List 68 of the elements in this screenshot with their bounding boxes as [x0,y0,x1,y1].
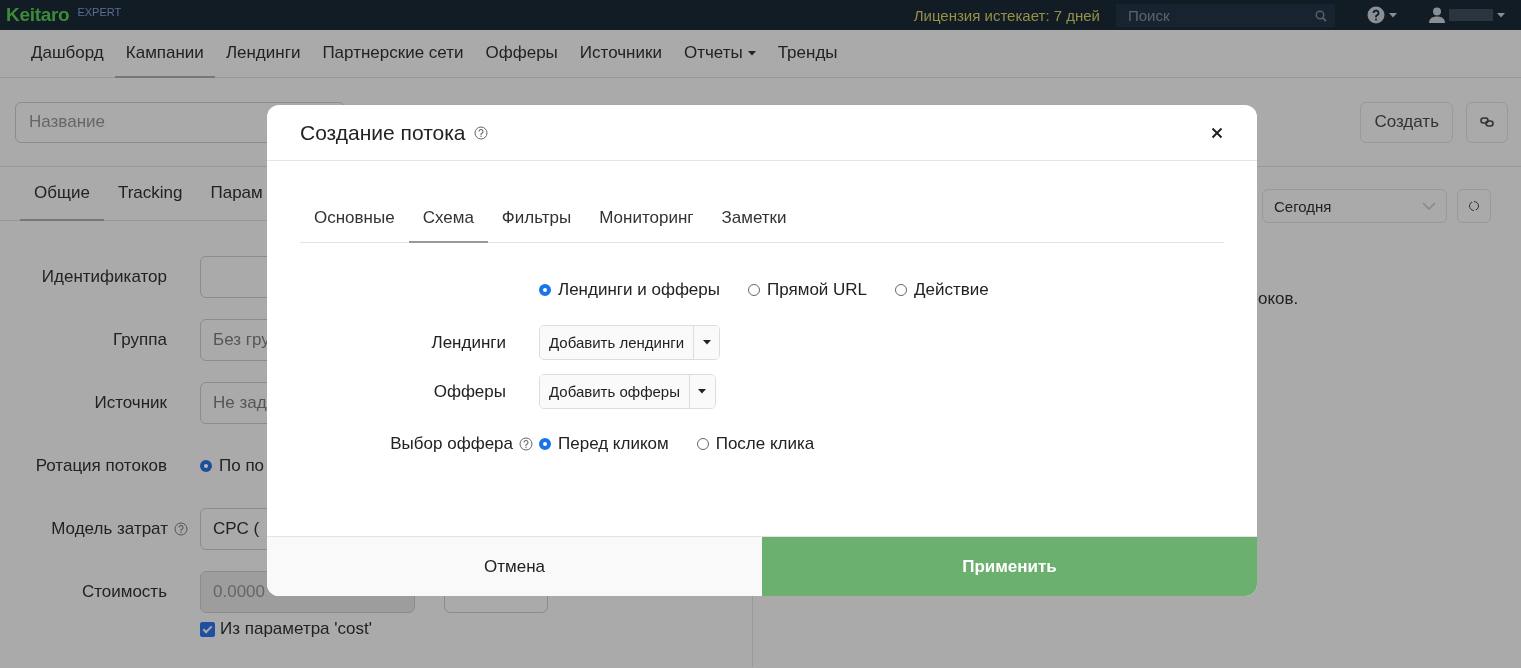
refresh-icon [1468,200,1480,212]
help-icon [473,125,488,140]
edition-label: EXPERT [77,6,122,18]
field-label: Лендинги [431,332,506,353]
help-icon [1367,6,1385,24]
tab[interactable]: Tracking [103,167,197,221]
field-label: Выбор оффера [390,434,513,454]
nav-tab[interactable]: Офферы [474,30,569,78]
radio-button[interactable] [200,460,212,472]
license-notice: Лицензия истекает: 7 дней [913,6,1100,24]
radio-label: По по [219,456,265,476]
chevron-icon [1422,202,1436,210]
tab[interactable]: Мониторинг [585,195,708,243]
help-menu-button[interactable] [1367,6,1397,24]
radio-button[interactable] [895,284,908,296]
radio-button[interactable] [696,438,709,450]
caret-icon [1389,12,1397,18]
dropdown-toggle[interactable] [693,326,720,359]
dropdown-toggle[interactable] [688,375,715,408]
caret-icon [698,389,707,394]
tab[interactable]: Основные [300,195,409,243]
checkbox-label: Из параметра 'cost' [220,619,372,639]
user-icon [1429,7,1445,23]
period-select[interactable]: Сегодня [1262,189,1447,223]
radio-button[interactable] [539,438,551,450]
tab[interactable]: Схема [408,195,488,243]
nav-tab[interactable]: Отчеты [672,30,767,78]
tab[interactable]: Общие [20,167,104,221]
nav-tab[interactable]: Источники [568,30,673,78]
radio-label: После клика [715,434,815,454]
radio-button[interactable] [748,284,760,296]
add-button[interactable]: Добавить лендинги [540,326,694,359]
field-label: Ротация потоков [35,456,167,476]
field-label: Модель затрат [51,519,168,539]
radio-label: Прямой URL [767,280,868,300]
field-label: Офферы [433,381,506,402]
search-icon [1315,9,1327,22]
field-label: Источник [94,393,167,413]
search-field[interactable]: Поиск [1116,3,1335,27]
logo: Keitaro [6,4,70,26]
info-text: оков. [1258,289,1299,309]
nav-tab[interactable]: Тренды [766,30,849,78]
field-label: Группа [113,330,167,350]
close-icon [1211,126,1223,139]
user-menu-button[interactable] [1429,7,1505,23]
nav-tab[interactable]: Партнерские сети [311,30,475,78]
radio-label: Лендинги и офферы [558,280,720,300]
create-button[interactable]: Создать [1360,101,1453,143]
caret-icon [1497,12,1505,18]
caret-icon [747,50,756,56]
link-icon [1480,117,1494,127]
radio-button[interactable] [539,284,551,296]
field-label: Стоимость [81,582,167,602]
link-button[interactable] [1466,101,1508,143]
help-icon [519,437,533,451]
add-button[interactable]: Добавить офферы [540,375,689,408]
cancel-button[interactable]: Отмена [267,537,762,596]
field-label: Идентификатор [41,267,167,287]
redacted-name [1449,9,1493,21]
radio-label: Действие [914,280,989,300]
nav-tab[interactable]: Лендинги [214,30,312,78]
nav-tab[interactable]: Кампании [114,30,215,78]
nav-tab[interactable]: Дашборд [20,30,115,78]
tab[interactable]: Заметки [707,195,801,243]
checkbox[interactable] [200,621,215,637]
tab[interactable]: Фильтры [487,195,586,243]
radio-label: Перед кликом [558,434,669,454]
caret-icon [702,340,711,345]
